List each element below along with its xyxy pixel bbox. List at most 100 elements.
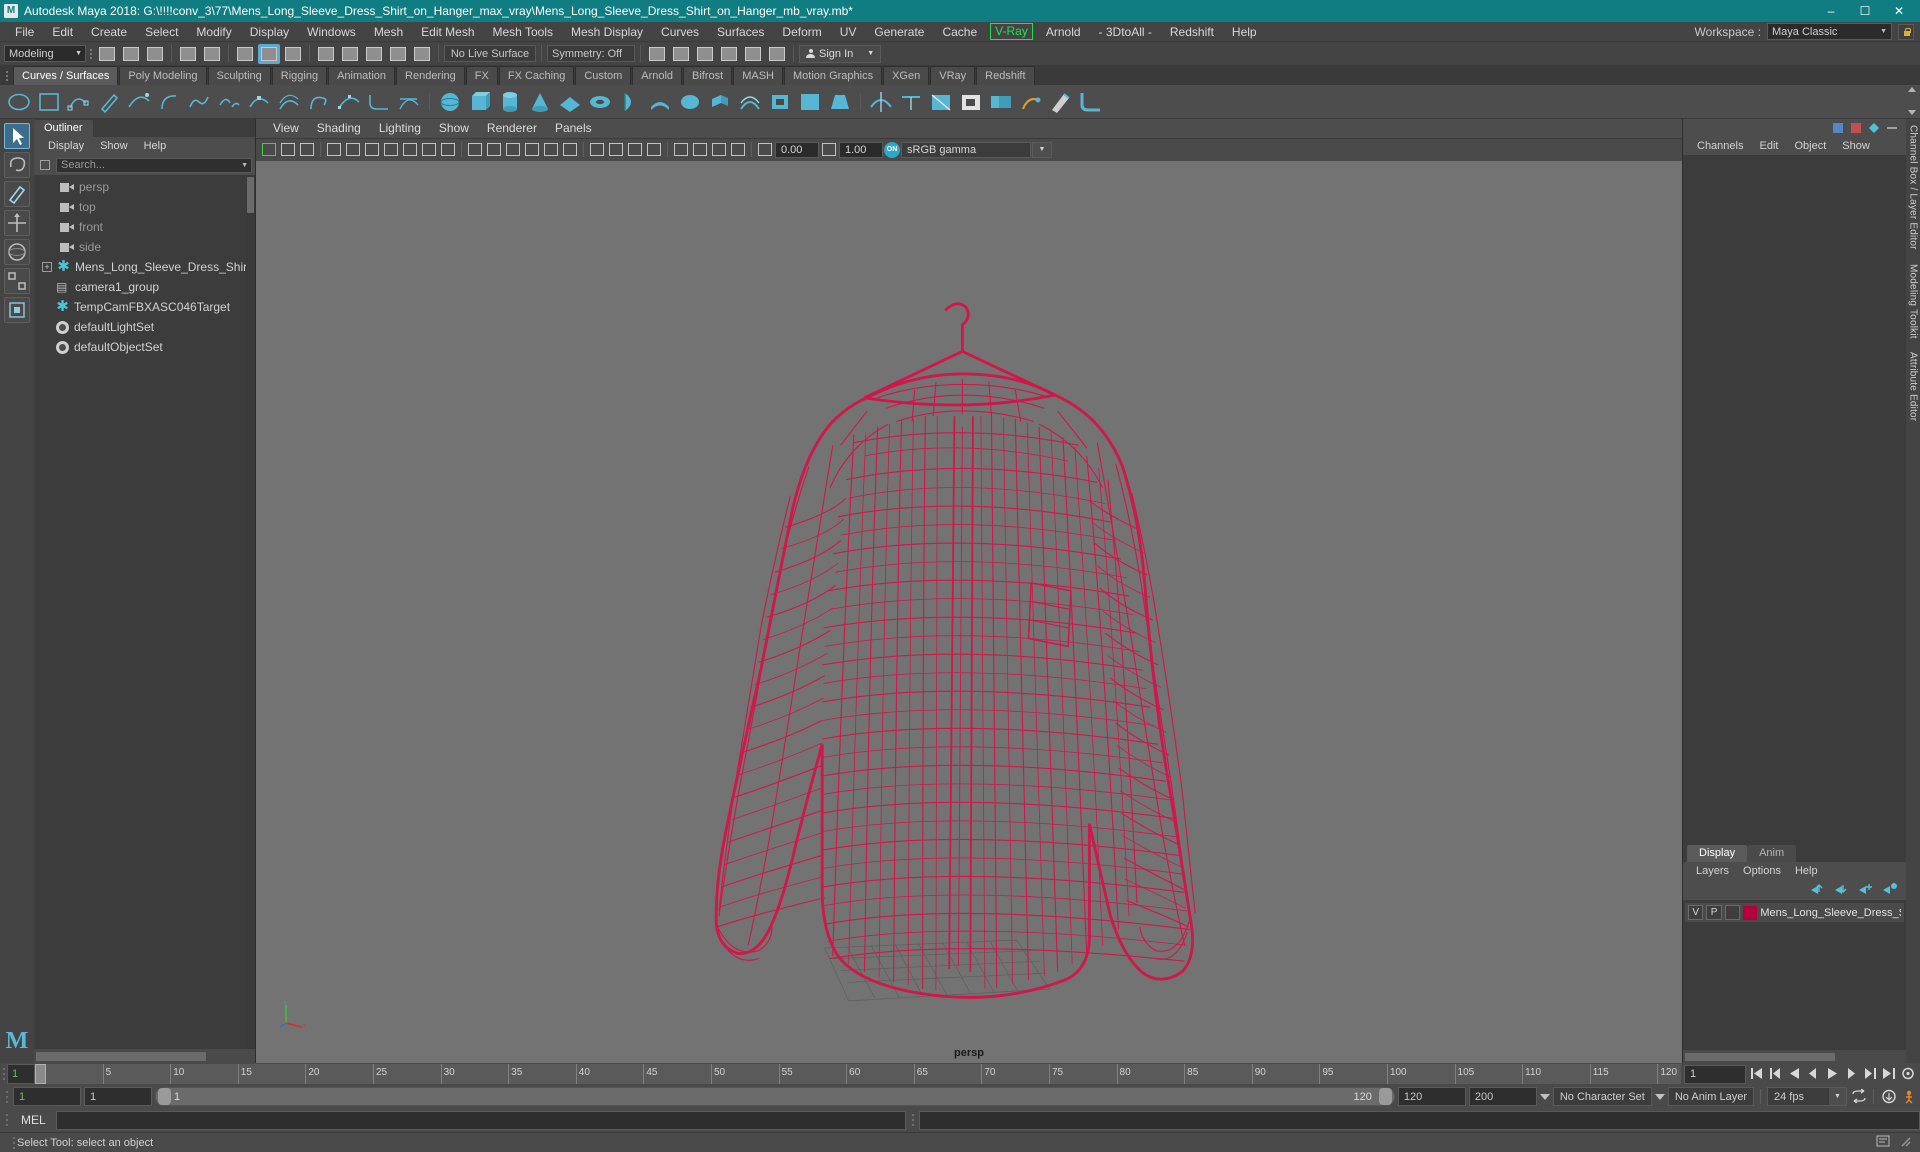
render-settings-button[interactable]: [694, 44, 716, 64]
paint-selection-tool-button[interactable]: [4, 181, 30, 207]
menu-select[interactable]: Select: [136, 22, 187, 42]
wireframe-shading-icon[interactable]: [466, 141, 484, 158]
shelf-bezier-curve-icon[interactable]: [126, 89, 152, 115]
menu-display[interactable]: Display: [241, 22, 298, 42]
animation-preferences-gear-icon[interactable]: [1900, 1089, 1917, 1105]
screen-space-ao-icon[interactable]: [672, 141, 690, 158]
shelf-revolve-icon[interactable]: [617, 89, 643, 115]
move-layer-down-icon[interactable]: [1834, 883, 1849, 898]
select-camera-icon[interactable]: [260, 141, 278, 158]
shelf-nurbs-square-icon[interactable]: [36, 89, 62, 115]
playback-speed-selector[interactable]: 24 fps ▼: [1767, 1087, 1847, 1106]
shelf-tab-rendering[interactable]: Rendering: [396, 66, 465, 85]
range-end-handle[interactable]: [1378, 1088, 1392, 1105]
shelf-curl-curve-icon[interactable]: [306, 89, 332, 115]
shelf-loft-icon[interactable]: [647, 89, 673, 115]
select-by-object-button[interactable]: [258, 43, 280, 64]
shelf-grip[interactable]: [3, 67, 13, 85]
shelf-tab-sculpting[interactable]: Sculpting: [207, 66, 271, 85]
tab-display-layers[interactable]: Display: [1687, 845, 1748, 862]
workspace-selector[interactable]: Maya Classic ▼: [1767, 23, 1892, 40]
menu-help[interactable]: Help: [1223, 22, 1266, 42]
shelf-trim-tool-icon[interactable]: [928, 89, 954, 115]
wireframe-on-shaded-icon[interactable]: [542, 141, 560, 158]
current-frame-field-left[interactable]: 1: [7, 1064, 35, 1084]
shelf-booleans-icon[interactable]: [988, 89, 1014, 115]
shelf-untrim-icon[interactable]: [958, 89, 984, 115]
layer-color-swatch[interactable]: [1743, 905, 1758, 920]
textures-icon[interactable]: [588, 141, 606, 158]
camera-attributes-icon[interactable]: [298, 141, 316, 158]
shelf-tab-motion-graphics[interactable]: Motion Graphics: [784, 66, 883, 85]
shelf-tab-redshift[interactable]: Redshift: [976, 66, 1035, 85]
use-default-lighting-icon[interactable]: [607, 141, 625, 158]
shelf-tab-custom[interactable]: Custom: [575, 66, 632, 85]
shelf-pencil-curve-icon[interactable]: [96, 89, 122, 115]
shelf-detach-curves-icon[interactable]: [216, 89, 242, 115]
playback-loop-icon[interactable]: [1850, 1087, 1867, 1105]
channelbox-menu-channels[interactable]: Channels: [1689, 140, 1751, 152]
outliner-horizontal-scrollbar[interactable]: [34, 1049, 255, 1063]
smooth-shade-all-icon[interactable]: [485, 141, 503, 158]
menu-redshift[interactable]: Redshift: [1161, 22, 1223, 42]
flat-shade-icon[interactable]: [523, 141, 541, 158]
play-backwards-icon[interactable]: [1786, 1066, 1803, 1082]
lasso-tool-button[interactable]: [4, 152, 30, 178]
expand-icon[interactable]: +: [42, 262, 52, 272]
menu-mesh[interactable]: Mesh: [365, 22, 412, 42]
outliner-item-top[interactable]: top: [34, 197, 255, 217]
modeling-toolkit-icon[interactable]: [1868, 122, 1880, 134]
shelf-tab-animation[interactable]: Animation: [328, 66, 396, 85]
outliner-menu-help[interactable]: Help: [136, 140, 175, 152]
command-response-field[interactable]: [919, 1110, 1920, 1130]
shelf-sculpt-geometry-icon[interactable]: [1048, 89, 1074, 115]
snap-projected-button[interactable]: [387, 44, 409, 64]
range-start-handle[interactable]: [158, 1088, 171, 1105]
outliner-vertical-scrollbar[interactable]: [246, 175, 255, 1049]
menu-curves[interactable]: Curves: [652, 22, 708, 42]
outliner-item-tempcam-target[interactable]: ✱ TempCamFBXASC046Target: [34, 297, 255, 317]
motion-blur-icon[interactable]: [691, 141, 709, 158]
chevron-down-icon[interactable]: ▼: [1032, 141, 1052, 158]
playback-start-time-field[interactable]: 1: [84, 1087, 152, 1106]
shelf-surface-fillet-icon[interactable]: [1078, 89, 1104, 115]
open-scene-button[interactable]: [120, 44, 142, 64]
command-language-label[interactable]: MEL: [13, 1113, 53, 1127]
rotate-tool-button[interactable]: [4, 239, 30, 265]
create-layer-from-selected-icon[interactable]: [1882, 882, 1897, 898]
menu-windows[interactable]: Windows: [298, 22, 365, 42]
live-surface-field[interactable]: No Live Surface: [444, 45, 536, 62]
render-current-frame-button[interactable]: [646, 44, 668, 64]
vtab-channel-box-layer-editor[interactable]: Channel Box / Layer Editor: [1908, 125, 1919, 250]
shelf-tab-bifrost[interactable]: Bifrost: [683, 66, 733, 85]
attribute-editor-icon[interactable]: [1850, 122, 1862, 134]
outliner-item-default-light-set[interactable]: defaultLightSet: [34, 317, 255, 337]
shelf-tab-poly-modeling[interactable]: Poly Modeling: [119, 66, 207, 85]
image-plane-icon[interactable]: [344, 141, 362, 158]
channelbox-menu-edit[interactable]: Edit: [1751, 140, 1786, 152]
shelf-birail-icon[interactable]: [737, 89, 763, 115]
shelf-scroll-arrows[interactable]: [1908, 87, 1918, 115]
shelf-nurbs-torus-icon[interactable]: [587, 89, 613, 115]
menu-edit[interactable]: Edit: [43, 22, 82, 42]
exposure-icon[interactable]: [756, 141, 774, 158]
shelf-offset-curve-icon[interactable]: [276, 89, 302, 115]
move-tool-button[interactable]: [4, 210, 30, 236]
tab-anim-layers[interactable]: Anim: [1747, 845, 1797, 862]
save-scene-button[interactable]: [144, 44, 166, 64]
channelbox-menu-object[interactable]: Object: [1786, 140, 1834, 152]
playback-end-time-field[interactable]: 120: [1397, 1087, 1466, 1106]
layer-menu-layers[interactable]: Layers: [1689, 865, 1736, 877]
time-slider-grip[interactable]: [0, 1063, 7, 1085]
step-back-frame-icon[interactable]: [1767, 1066, 1784, 1082]
step-back-key-icon[interactable]: [1805, 1066, 1822, 1082]
shelf-arc-icon[interactable]: [156, 89, 182, 115]
menu-uv[interactable]: UV: [831, 22, 866, 42]
outliner-menu-display[interactable]: Display: [40, 140, 92, 152]
outliner-tab[interactable]: Outliner: [34, 120, 93, 137]
layer-horizontal-scrollbar[interactable]: [1683, 1050, 1906, 1063]
shelf-square-surface-icon[interactable]: [797, 89, 823, 115]
select-by-hierarchy-button[interactable]: [234, 44, 256, 64]
play-forwards-icon[interactable]: [1824, 1066, 1841, 1082]
shelf-tab-arnold[interactable]: Arnold: [632, 66, 683, 85]
